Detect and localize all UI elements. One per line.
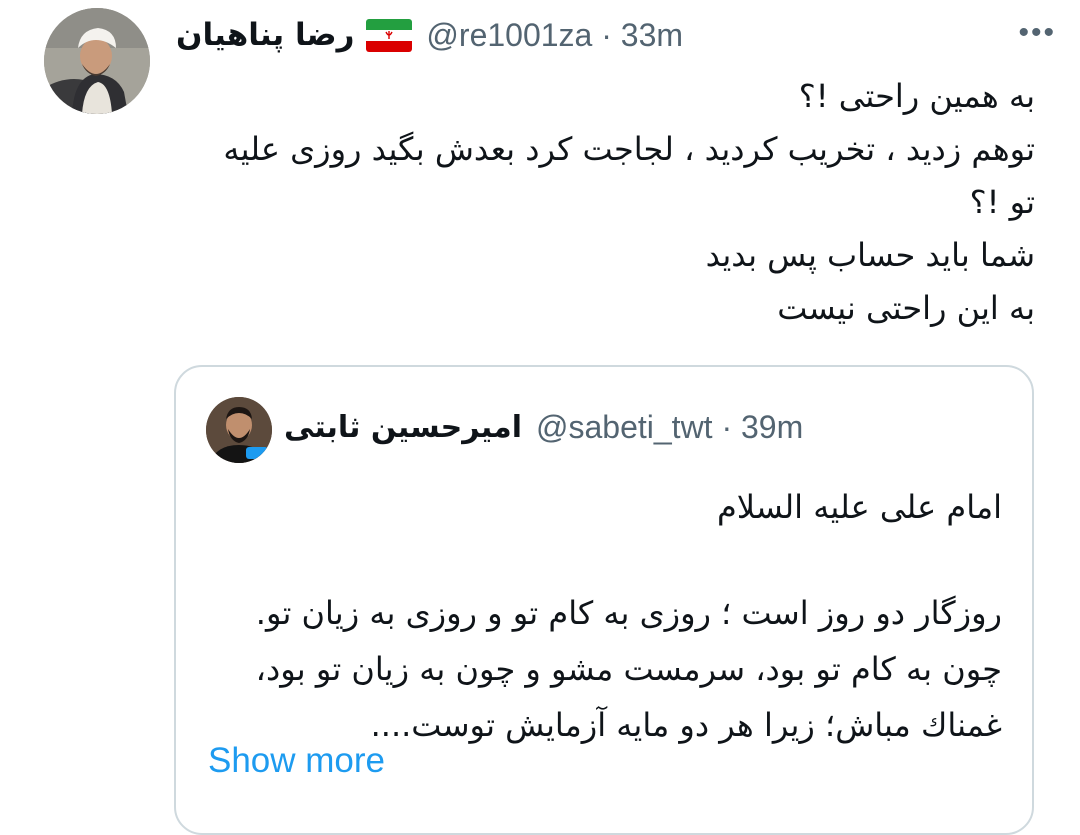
more-horizontal-icon[interactable]: •••: [1018, 18, 1056, 48]
tweet-text-line: به این راحتی نیست: [777, 289, 1035, 327]
iran-flag-icon: [366, 18, 413, 52]
show-more-link[interactable]: Show more: [208, 741, 385, 781]
author-name[interactable]: رضا پناهیان: [176, 17, 354, 53]
tweet-header: رضا پناهیان @re1001za · 33m: [176, 10, 1056, 60]
quoted-text-blank-line: [202, 535, 1002, 585]
author-avatar[interactable]: [44, 8, 150, 114]
quoted-author-name[interactable]: امیرحسین ثابتی: [284, 410, 522, 445]
separator-dot: ·: [601, 16, 612, 53]
tweet-text-line: توهم زدید ، تخریب کردید ، لجاجت کرد بعدش…: [223, 130, 1035, 168]
quoted-tweet-header: امیرحسین ثابتی @sabeti_twt · 39m: [284, 403, 803, 451]
quoted-tweet-text: امام علی علیه السلام روزگار دو روز است ؛…: [202, 479, 1002, 753]
quoted-handle-text[interactable]: @sabeti_twt: [536, 409, 713, 445]
quoted-text-line: چون به کام تو بود، سرمست مشو و چون به زی…: [255, 650, 1002, 688]
quoted-tweet-time[interactable]: 39m: [741, 409, 803, 445]
tweet-text-line: تو !؟: [969, 183, 1035, 221]
tweet-text-line: به همین راحتی !؟: [798, 77, 1035, 115]
quoted-author-handle[interactable]: @sabeti_twt · 39m: [536, 409, 803, 446]
quoted-text-line: امام علی علیه السلام: [716, 488, 1002, 526]
tweet-time[interactable]: 33m: [621, 17, 683, 53]
quoted-author-avatar[interactable]: [206, 397, 272, 463]
author-handle[interactable]: @re1001za · 33m: [426, 17, 683, 54]
tweet-text: به همین راحتی !؟ توهم زدید ، تخریب کردید…: [170, 70, 1035, 335]
separator-dot: ·: [721, 408, 733, 445]
handle-text[interactable]: @re1001za: [426, 17, 592, 53]
tweet-text-line: شما باید حساب پس بدید: [705, 236, 1035, 274]
quoted-tweet-card[interactable]: امیرحسین ثابتی @sabeti_twt · 39m امام عل…: [174, 365, 1034, 835]
quoted-text-line: روزگار دو روز است ؛ روزی به کام تو و روز…: [255, 594, 1002, 632]
